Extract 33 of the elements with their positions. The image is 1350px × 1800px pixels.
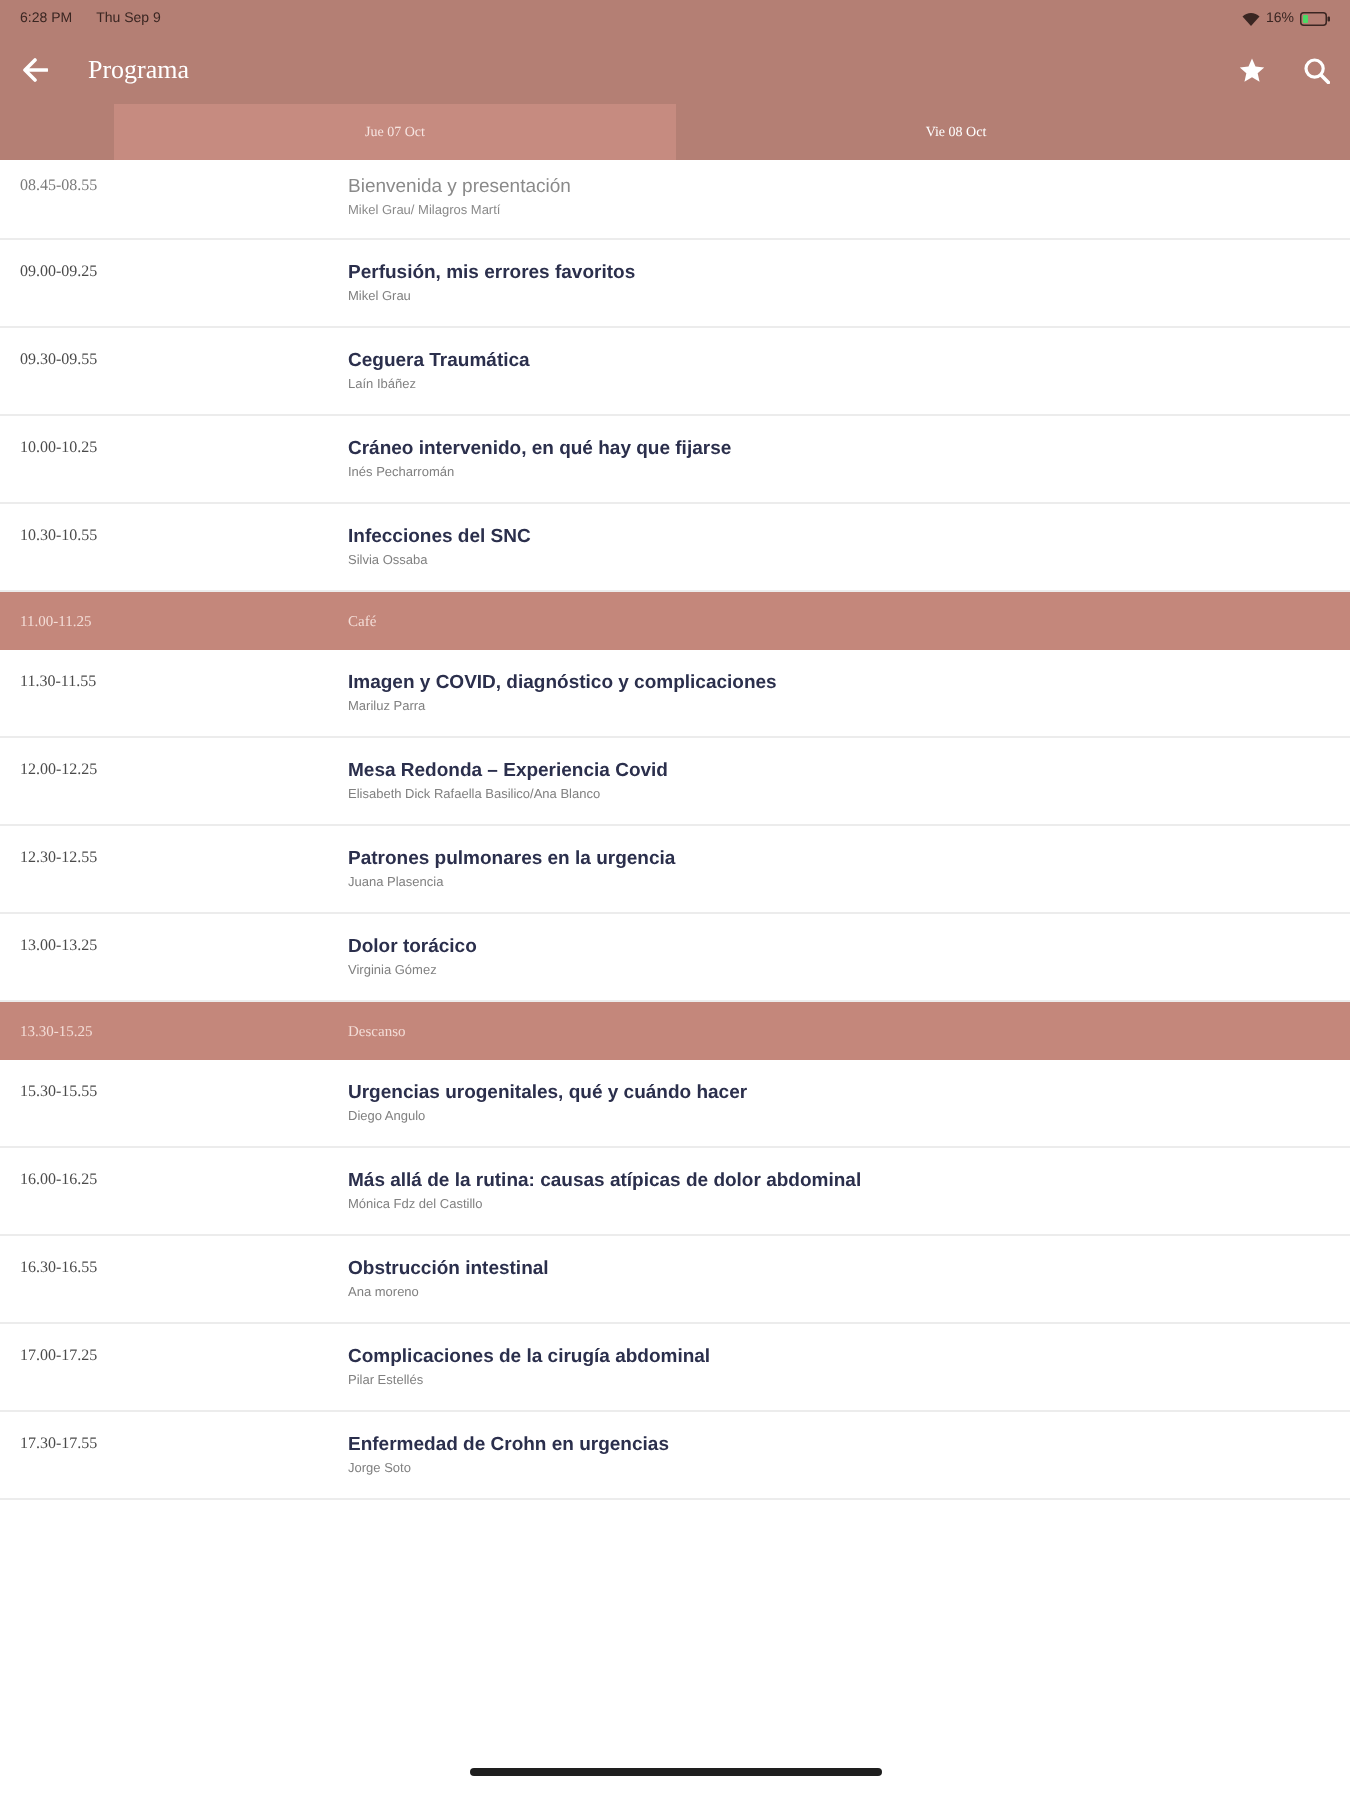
- session-time: 12.00-12.25: [20, 760, 98, 778]
- session-title[interactable]: Más allá de la rutina: causas atípicas de dolor abdominal: [348, 1170, 862, 1192]
- back-arrow-icon[interactable]: [22, 58, 48, 82]
- session-title[interactable]: Ceguera Traumática: [348, 350, 530, 372]
- session-title[interactable]: Patrones pulmonares en la urgencia: [348, 848, 676, 870]
- session-time: 16.00-16.25: [20, 1170, 98, 1188]
- session-time: 12.30-12.55: [20, 848, 98, 866]
- session-title[interactable]: Complicaciones de la cirugía abdominal: [348, 1346, 711, 1368]
- session-time: 17.30-17.55: [20, 1434, 98, 1452]
- session-title[interactable]: Cráneo intervenido, en qué hay que fijarse: [348, 438, 732, 460]
- session-time: 10.30-10.55: [20, 526, 98, 544]
- session-time: 09.00-09.25: [20, 262, 98, 280]
- session-title[interactable]: Enfermedad de Crohn en urgencias: [348, 1434, 669, 1456]
- session-time: 08.45-08.55: [20, 176, 98, 194]
- session-title[interactable]: Perfusión, mis errores favoritos: [348, 262, 636, 284]
- session-time: 10.00-10.25: [20, 438, 98, 456]
- search-icon[interactable]: [1304, 57, 1330, 83]
- screen-title: Programa: [88, 54, 190, 86]
- session-title[interactable]: Mesa Redonda – Experiencia Covid: [348, 760, 668, 782]
- session-title[interactable]: Urgencias urogenitales, qué y cuándo hacer: [348, 1082, 748, 1104]
- session-time: 16.30-16.55: [20, 1258, 98, 1276]
- session-time: 09.30-09.55: [20, 350, 98, 368]
- session-title[interactable]: Infecciones del SNC: [348, 526, 531, 548]
- session-title[interactable]: Imagen y COVID, diagnóstico y complicaciones: [348, 672, 777, 694]
- session-time: 15.30-15.55: [20, 1082, 98, 1100]
- session-time: 13.00-13.25: [20, 936, 98, 954]
- session-title[interactable]: Obstrucción intestinal: [348, 1258, 549, 1280]
- session-time: 17.00-17.25: [20, 1346, 98, 1364]
- session-title[interactable]: Dolor torácico: [348, 936, 477, 958]
- session-time: 11.30-11.55: [20, 672, 97, 690]
- star-icon[interactable]: [1238, 57, 1266, 83]
- wifi-icon: [1241, 11, 1260, 25]
- battery-icon: [1300, 11, 1330, 25]
